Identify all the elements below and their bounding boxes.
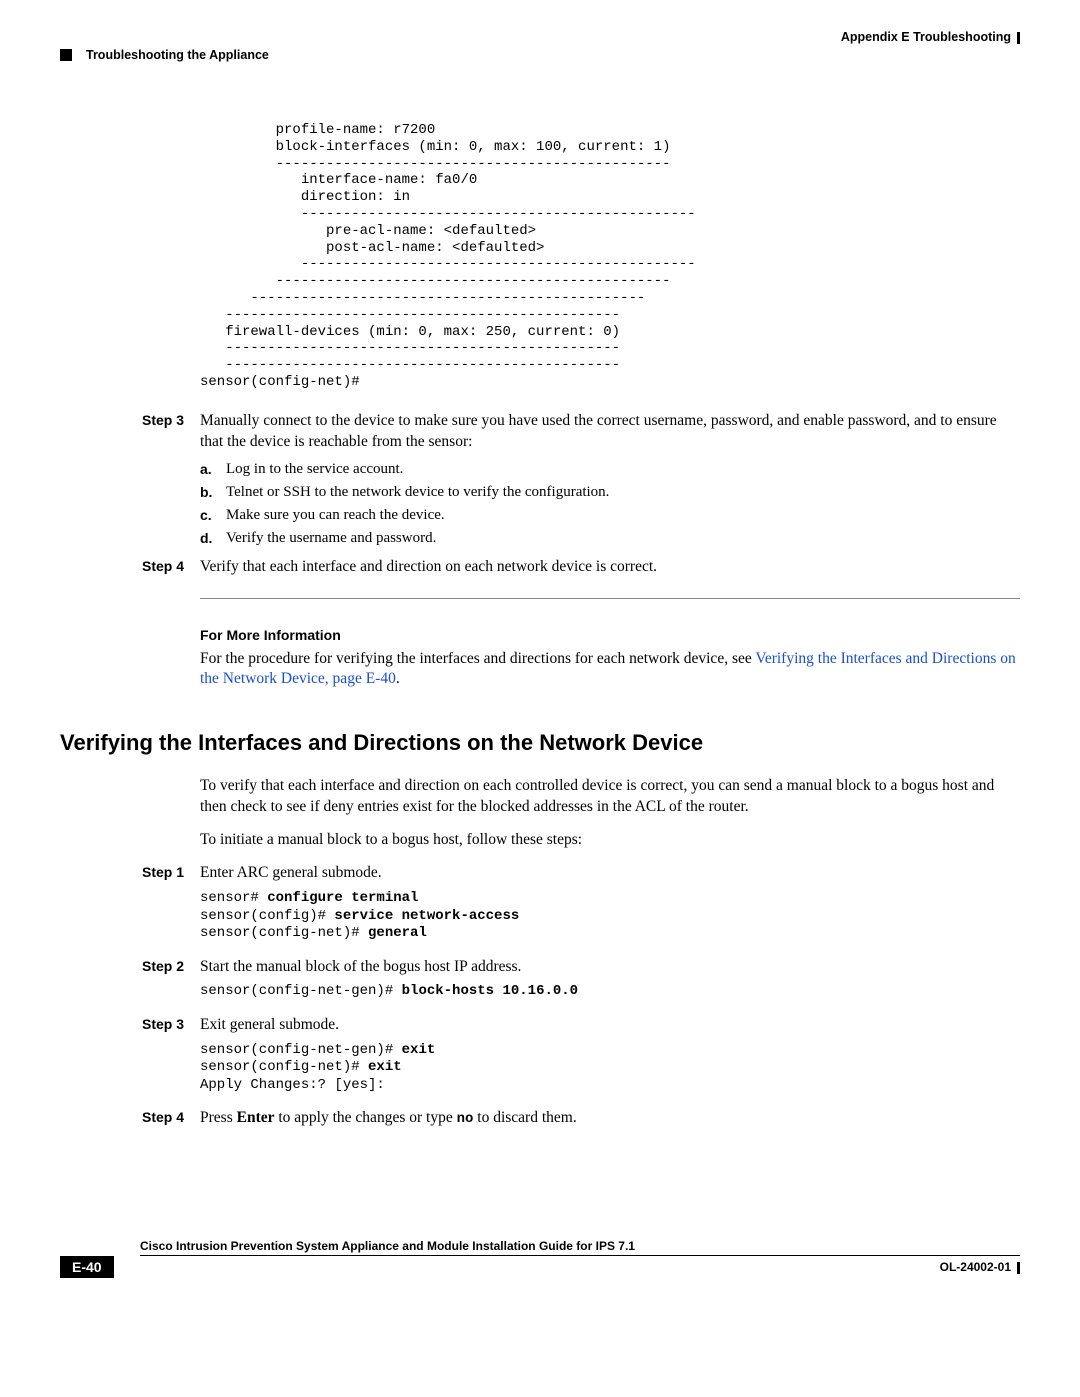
for-more-info-body: For the procedure for verifying the inte…	[200, 649, 1020, 691]
header-bullet-icon	[60, 49, 72, 61]
page-number: E-40	[60, 1256, 114, 1278]
step-label: Step 2	[142, 957, 200, 978]
step-body: Enter ARC general submode.	[200, 863, 1020, 884]
step-body: Press Enter to apply the changes or type…	[200, 1108, 1020, 1129]
step-body: Start the manual block of the bogus host…	[200, 957, 1020, 978]
command-block: sensor# configure terminal sensor(config…	[200, 890, 1020, 943]
header-appendix: Appendix E Troubleshooting	[60, 30, 1020, 44]
sub-text: Verify the username and password.	[226, 530, 1020, 547]
step-body: Manually connect to the device to make s…	[200, 411, 1020, 453]
step-label: Step 4	[142, 1108, 200, 1129]
footer-doc-id: OL-24002-01	[940, 1260, 1020, 1274]
sub-text: Telnet or SSH to the network device to v…	[226, 484, 1020, 501]
step-label: Step 3	[142, 411, 200, 453]
command-block: sensor(config-net-gen)# exit sensor(conf…	[200, 1042, 1020, 1095]
step-body: Exit general submode.	[200, 1015, 1020, 1036]
step-label: Step 4	[142, 557, 200, 578]
header-section: Troubleshooting the Appliance	[86, 48, 269, 62]
sub-text: Make sure you can reach the device.	[226, 507, 1020, 524]
step-label: Step 3	[142, 1015, 200, 1036]
sub-letter: d.	[200, 530, 226, 547]
section-heading: Verifying the Interfaces and Directions …	[60, 730, 1020, 756]
for-more-info-heading: For More Information	[200, 627, 1020, 643]
config-output: profile-name: r7200 block-interfaces (mi…	[200, 122, 1020, 391]
sub-text: Log in to the service account.	[226, 461, 1020, 478]
step-label: Step 1	[142, 863, 200, 884]
footer-doc-title: Cisco Intrusion Prevention System Applia…	[140, 1239, 1020, 1253]
sub-letter: b.	[200, 484, 226, 501]
step-body: Verify that each interface and direction…	[200, 557, 1020, 578]
sub-letter: c.	[200, 507, 226, 524]
command-block: sensor(config-net-gen)# block-hosts 10.1…	[200, 983, 1020, 1001]
divider	[200, 598, 1020, 599]
paragraph: To verify that each interface and direct…	[200, 776, 1020, 818]
paragraph: To initiate a manual block to a bogus ho…	[200, 830, 1020, 851]
sub-letter: a.	[200, 461, 226, 478]
